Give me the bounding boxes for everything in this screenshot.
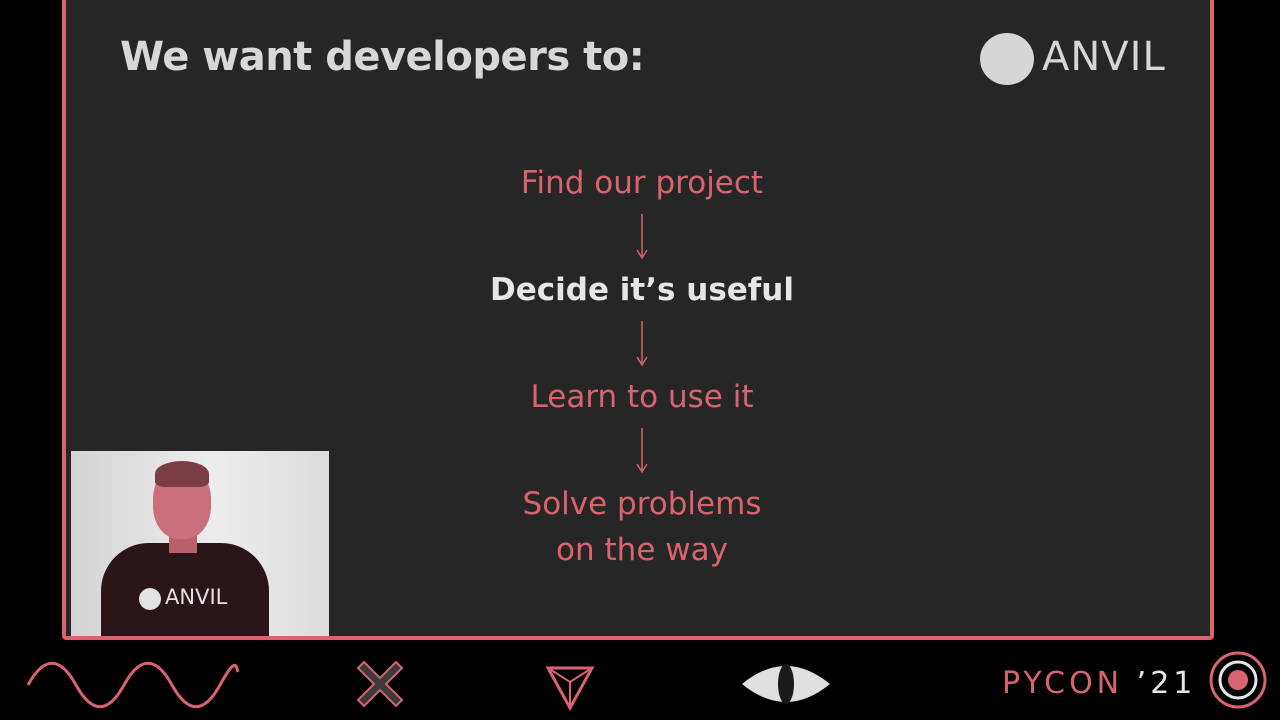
concentric-circle-icon (1206, 648, 1270, 716)
pycon-year: ’21 (1136, 666, 1197, 701)
flow-step-decide: Decide it’s useful (490, 272, 794, 308)
flow-step-solve: Solve problems on the way (522, 486, 762, 568)
process-flow: Find our project Decide it’s useful Lear… (442, 160, 842, 573)
down-arrow-icon (442, 313, 842, 374)
slide-title: We want developers to: (120, 34, 645, 80)
flow-step-find: Find our project (520, 165, 764, 201)
triangle-icon (544, 660, 596, 716)
cross-icon (350, 654, 410, 718)
shirt-logo-icon (139, 588, 161, 610)
speaker-webcam: ANVIL (71, 451, 329, 636)
pycon-label: PYCON ’21 (1002, 666, 1196, 701)
pycon-brand: PYCON (1002, 666, 1124, 701)
shirt-logo-text: ANVIL (165, 585, 228, 609)
down-arrow-icon (442, 206, 842, 267)
eye-icon (740, 656, 832, 716)
down-arrow-icon (442, 420, 842, 481)
logo-circle-icon (980, 33, 1034, 85)
flow-step-learn: Learn to use it (530, 379, 754, 415)
anvil-logo: ANVIL (980, 30, 1184, 88)
wave-icon (26, 660, 240, 714)
logo-text: ANVIL (1042, 34, 1166, 80)
presentation-slide: We want developers to: ANVIL Find our pr… (62, 0, 1214, 640)
